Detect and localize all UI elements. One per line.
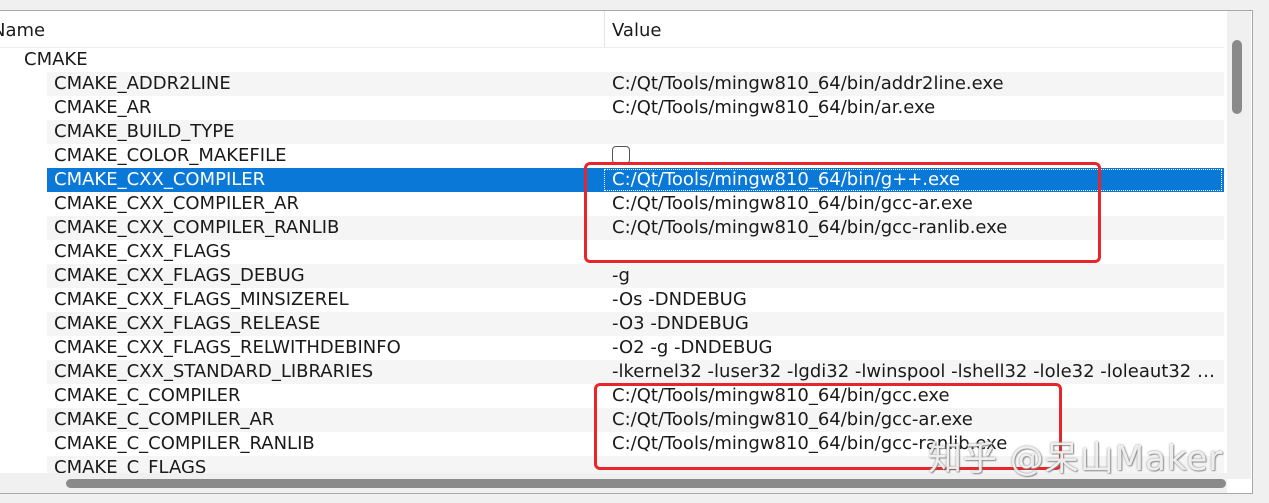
variable-value[interactable]: -O2 -g -DNDEBUG <box>612 336 1220 360</box>
variable-value[interactable]: -Os -DNDEBUG <box>612 288 1220 312</box>
table-row[interactable]: CMAKE_CXX_COMPILER C:/Qt/Tools/mingw810_6… <box>0 168 1224 192</box>
table-row[interactable]: CMAKE_AR C:/Qt/Tools/mingw810_64/bin/ar.e… <box>0 96 1224 120</box>
horizontal-scrollbar[interactable] <box>0 473 1227 493</box>
vertical-scrollbar-thumb[interactable] <box>1232 40 1242 114</box>
table-header: Name Value <box>0 11 1224 48</box>
variable-value[interactable]: C:/Qt/Tools/mingw810_64/bin/addr2line.ex… <box>612 72 1220 96</box>
variable-name: CMAKE_CXX_FLAGS <box>54 241 231 262</box>
variable-name: CMAKE_ADDR2LINE <box>54 73 231 94</box>
variable-name: CMAKE_CXX_STANDARD_LIBRARIES <box>54 361 374 382</box>
column-header-value[interactable]: Value <box>612 11 661 47</box>
table-body: CMAKE CMAKE_ADDR2LINE C:/Qt/Tools/mingw810… <box>0 48 1224 480</box>
column-header-name[interactable]: Name <box>0 11 597 47</box>
variable-name: CMAKE_CXX_COMPILER <box>54 169 266 190</box>
variable-value[interactable]: C:/Qt/Tools/mingw810_64/bin/ar.exe <box>612 96 1220 120</box>
variable-name: CMAKE_CXX_FLAGS_RELWITHDEBINFO <box>54 337 401 358</box>
value-checkbox[interactable] <box>612 146 630 164</box>
variable-name: CMAKE_C_COMPILER_AR <box>54 409 275 430</box>
table-row[interactable]: CMAKE_C_COMPILER_RANLIB C:/Qt/Tools/mingw… <box>0 432 1224 456</box>
variable-name: CMAKE_CXX_FLAGS_RELEASE <box>54 313 321 334</box>
variable-value[interactable]: C:/Qt/Tools/mingw810_64/bin/gcc-ranlib.e… <box>612 432 1220 456</box>
variable-value[interactable]: -lkernel32 -luser32 -lgdi32 -lwinspool -… <box>612 360 1220 384</box>
table-row[interactable]: CMAKE_ADDR2LINE C:/Qt/Tools/mingw810_64/b… <box>0 72 1224 96</box>
variable-name: CMAKE_AR <box>54 97 152 118</box>
table-row[interactable]: CMAKE_CXX_COMPILER_RANLIB C:/Qt/Tools/min… <box>0 216 1224 240</box>
variable-name: CMAKE_COLOR_MAKEFILE <box>54 145 287 166</box>
variable-name: CMAKE_C_COMPILER_RANLIB <box>54 433 315 454</box>
table-row[interactable]: CMAKE_COLOR_MAKEFILE <box>0 144 1224 168</box>
group-row[interactable]: CMAKE <box>0 48 1224 72</box>
table-row[interactable]: CMAKE_BUILD_TYPE <box>0 120 1224 144</box>
table-row[interactable]: CMAKE_CXX_FLAGS <box>0 240 1224 264</box>
variable-value[interactable]: C:/Qt/Tools/mingw810_64/bin/gcc.exe <box>612 384 1220 408</box>
variable-name: CMAKE_BUILD_TYPE <box>54 121 235 142</box>
variable-name: CMAKE <box>24 49 88 70</box>
table-row[interactable]: CMAKE_CXX_FLAGS_RELEASE -O3 -DNDEBUG <box>0 312 1224 336</box>
variable-value[interactable]: C:/Qt/Tools/mingw810_64/bin/g++.exe <box>612 168 1220 192</box>
table-row[interactable]: CMAKE_CXX_FLAGS_RELWITHDEBINFO -O2 -g -DN… <box>0 336 1224 360</box>
vertical-scrollbar[interactable] <box>1227 11 1251 479</box>
variable-value[interactable]: C:/Qt/Tools/mingw810_64/bin/gcc-ar.exe <box>612 408 1220 432</box>
variable-name: CMAKE_CXX_COMPILER_AR <box>54 193 299 214</box>
table-row[interactable]: CMAKE_CXX_STANDARD_LIBRARIES -lkernel32 -… <box>0 360 1224 384</box>
variable-name: CMAKE_CXX_COMPILER_RANLIB <box>54 217 340 238</box>
cmake-variables-table: Name Value CMAKE CMAKE_ADDR2LINE C:/Qt/Too… <box>0 10 1253 494</box>
variable-name: CMAKE_CXX_FLAGS_MINSIZEREL <box>54 289 349 310</box>
table-row[interactable]: CMAKE_CXX_FLAGS_MINSIZEREL -Os -DNDEBUG <box>0 288 1224 312</box>
column-divider[interactable] <box>604 11 605 47</box>
variable-value[interactable]: C:/Qt/Tools/mingw810_64/bin/gcc-ranlib.e… <box>612 216 1220 240</box>
variable-name: CMAKE_CXX_FLAGS_DEBUG <box>54 265 305 286</box>
variable-value[interactable]: C:/Qt/Tools/mingw810_64/bin/gcc-ar.exe <box>612 192 1220 216</box>
variable-value[interactable]: -O3 -DNDEBUG <box>612 312 1220 336</box>
variable-name: CMAKE_C_COMPILER <box>54 385 241 406</box>
table-row[interactable]: CMAKE_C_COMPILER_AR C:/Qt/Tools/mingw810_… <box>0 408 1224 432</box>
table-row[interactable]: CMAKE_C_COMPILER C:/Qt/Tools/mingw810_64/… <box>0 384 1224 408</box>
horizontal-scrollbar-thumb[interactable] <box>66 479 1226 488</box>
table-row[interactable]: CMAKE_CXX_FLAGS_DEBUG -g <box>0 264 1224 288</box>
table-row[interactable]: CMAKE_CXX_COMPILER_AR C:/Qt/Tools/mingw81… <box>0 192 1224 216</box>
variable-value[interactable]: -g <box>612 264 1220 288</box>
